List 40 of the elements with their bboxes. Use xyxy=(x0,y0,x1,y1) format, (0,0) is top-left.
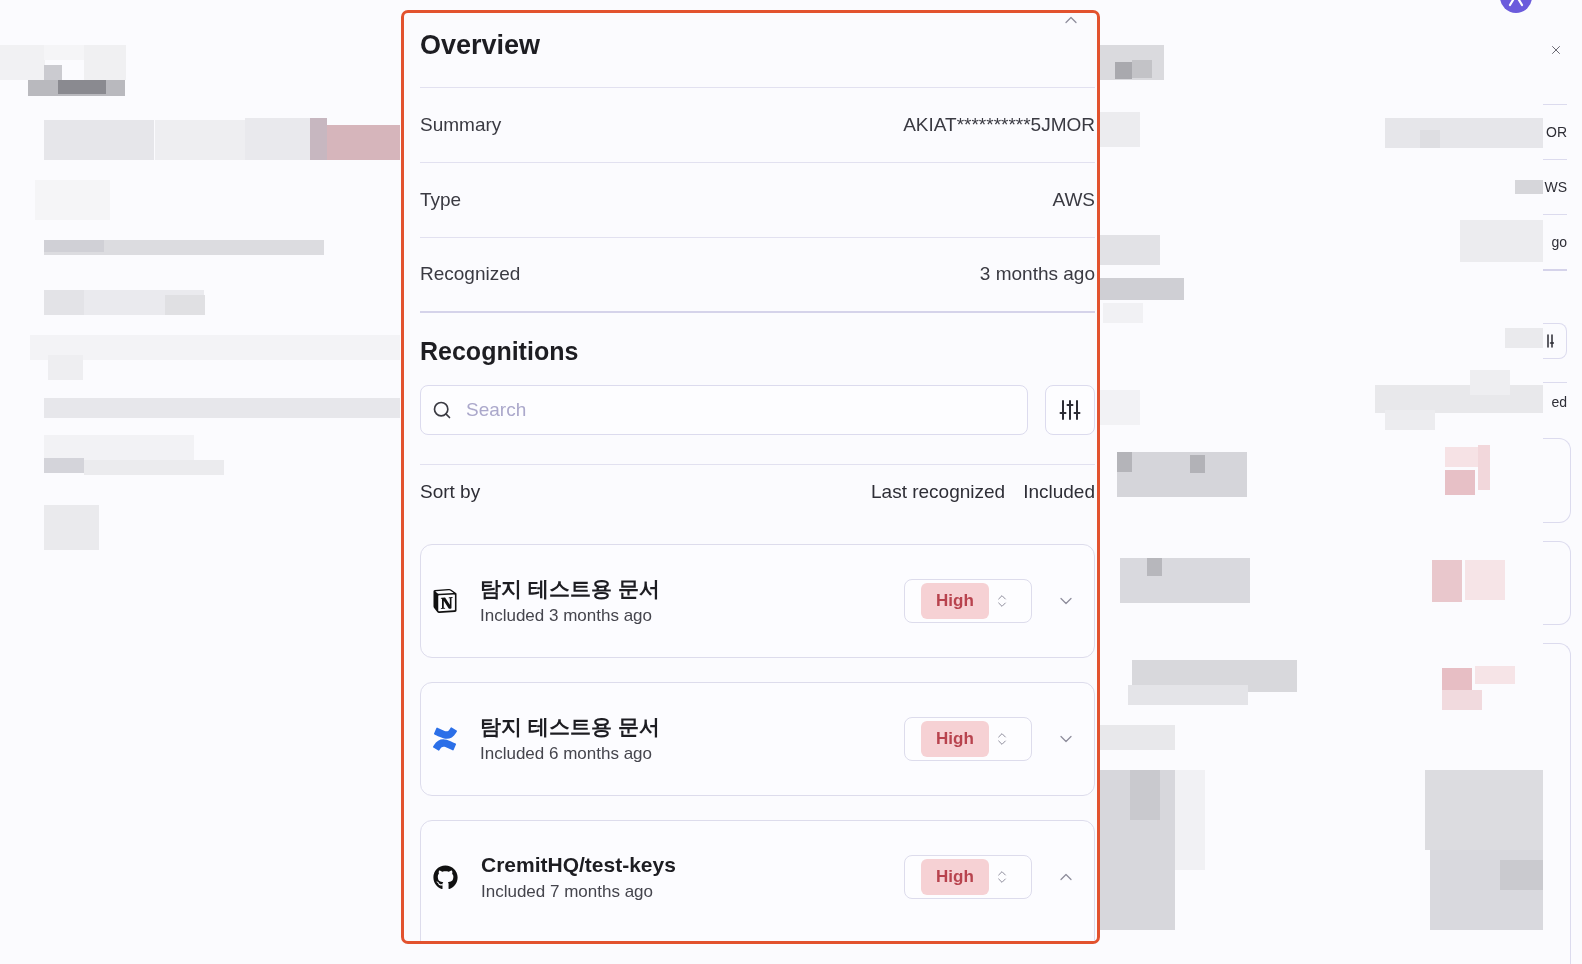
field-label: Recognized xyxy=(420,262,521,287)
field-label: Type xyxy=(420,187,462,212)
severity-badge: High xyxy=(921,583,989,619)
sort-label: Sort by xyxy=(420,480,481,505)
item-title: CremitHQ/test-keys xyxy=(481,852,676,878)
severity-select[interactable]: High xyxy=(904,717,1032,761)
n-logo-icon xyxy=(433,589,457,613)
cat-logo-icon xyxy=(433,864,458,890)
section-title: Recognitions xyxy=(420,336,579,366)
item-subtitle: Included 7 months ago xyxy=(481,881,654,903)
severity-select[interactable]: High xyxy=(904,579,1032,623)
sliders-button[interactable] xyxy=(1543,323,1567,359)
field-value: AKIAT**********5JMOR xyxy=(903,112,1095,137)
cut-text: go xyxy=(1551,232,1567,252)
item-subtitle: Included 3 months ago xyxy=(480,605,653,627)
sort-option[interactable]: Included xyxy=(1023,478,1095,507)
sort-option[interactable]: Last recognized xyxy=(871,478,1006,507)
close-icon[interactable] xyxy=(1549,43,1563,57)
cut-text: OR xyxy=(1546,122,1567,142)
sliders-icon xyxy=(1546,334,1554,348)
field-value: AWS xyxy=(1052,187,1095,212)
item-title: 탐지 테스트용 문서 xyxy=(480,714,660,740)
recognition-card[interactable]: 탐지 테스트용 문서 Included 3 months ago High xyxy=(420,544,1095,658)
item-subtitle: Included 6 months ago xyxy=(480,743,653,765)
sliders-icon xyxy=(1059,399,1081,421)
severity-select[interactable]: High xyxy=(904,855,1032,899)
cut-text: WS xyxy=(1544,177,1567,197)
recognition-card[interactable]: 탐지 테스트용 문서 Included 6 months ago High xyxy=(420,682,1095,796)
search-field[interactable]: Search xyxy=(420,385,1028,435)
panel-title: Overview xyxy=(420,29,541,61)
item-title: 탐지 테스트용 문서 xyxy=(480,576,660,602)
field-value: 3 months ago xyxy=(979,262,1095,287)
severity-badge: High xyxy=(921,721,989,757)
recognition-card[interactable]: CremitHQ/test-keys Included 7 months ago High xyxy=(420,820,1095,941)
search-icon xyxy=(432,400,452,420)
filter-button[interactable] xyxy=(1045,385,1095,435)
severity-badge: High xyxy=(921,859,989,895)
field-label: Summary xyxy=(420,112,502,137)
swoosh-logo-icon xyxy=(433,727,457,751)
cut-text: ed xyxy=(1551,393,1567,412)
